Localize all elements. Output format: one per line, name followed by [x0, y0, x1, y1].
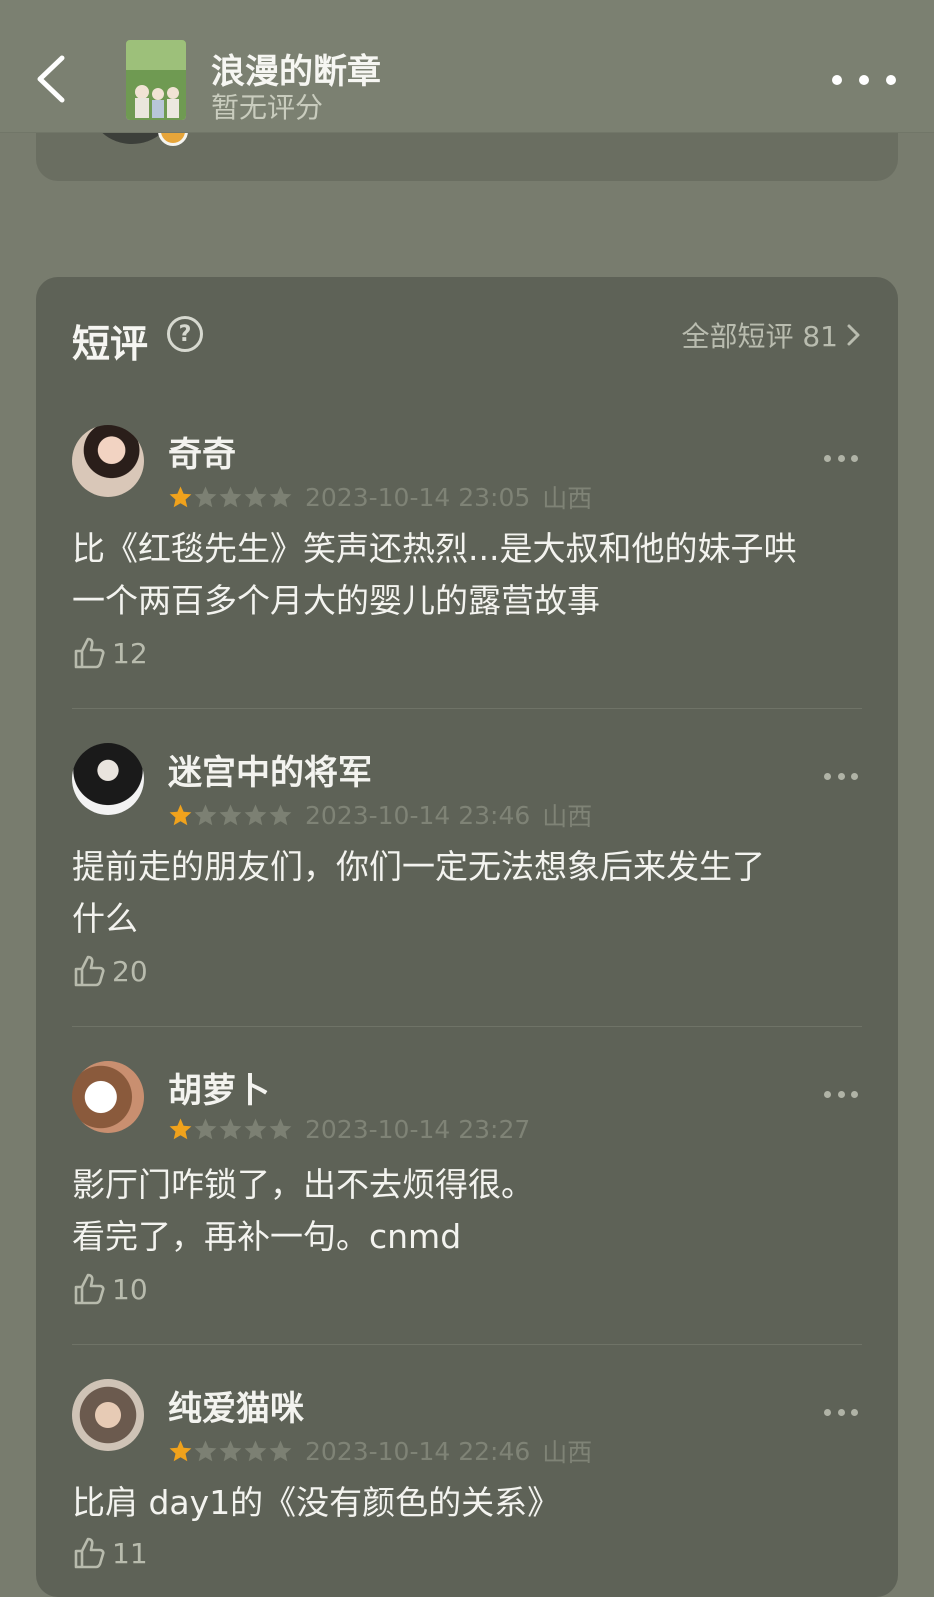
review-meta: 2023-10-14 22:46 山西	[168, 1433, 592, 1469]
star-icon	[169, 1440, 192, 1461]
poster-image	[126, 40, 186, 120]
like-count: 11	[112, 1536, 148, 1570]
star-icon	[219, 1440, 242, 1461]
section-title: 短评	[72, 322, 149, 366]
all-reviews-label: 全部短评 81	[681, 320, 838, 353]
avatar[interactable]	[72, 743, 144, 815]
chevron-right-icon	[847, 324, 860, 346]
review-date: 2023-10-14 23:46	[305, 800, 531, 830]
star-icon	[269, 804, 292, 825]
star-icon	[244, 1440, 267, 1461]
star-rating	[168, 1117, 293, 1142]
star-icon	[269, 1118, 292, 1140]
star-icon	[244, 486, 267, 507]
like-count: 20	[112, 954, 148, 988]
top-nav-bar: 浪漫的断章 暂无评分	[0, 0, 934, 133]
review-meta: 2023-10-14 23:05 山西	[168, 479, 592, 515]
star-icon	[169, 804, 192, 825]
review-date: 2023-10-14 22:46	[305, 1436, 531, 1466]
thumbs-up-icon	[74, 1537, 105, 1569]
star-icon	[219, 804, 242, 825]
star-rating	[168, 803, 293, 828]
star-icon	[269, 1440, 292, 1461]
like-button[interactable]: 11	[72, 1535, 148, 1571]
thumbs-up-icon	[74, 1273, 105, 1305]
avatar[interactable]	[72, 1061, 144, 1133]
review-date: 2023-10-14 23:05	[305, 482, 531, 512]
avatar[interactable]	[72, 1379, 144, 1451]
more-options-button[interactable]	[832, 60, 896, 100]
like-button[interactable]: 12	[72, 635, 148, 671]
review-text: 提前走的朋友们，你们一定无法想象后来发生了 什么	[72, 847, 765, 938]
review-username[interactable]: 迷宫中的将军	[168, 745, 372, 794]
review-text: 比肩 day1的《没有颜色的关系》	[72, 1483, 561, 1522]
star-icon	[244, 1118, 267, 1140]
review-more-button[interactable]	[824, 1087, 858, 1101]
star-icon	[194, 1118, 217, 1140]
more-dots-icon	[832, 75, 842, 85]
rating-status: 暂无评分	[211, 91, 324, 124]
thumbs-up-icon	[74, 955, 105, 987]
short-reviews-panel: 短评 ? 全部短评 81 奇奇 2023-10-14 23:05 山西 比《红毯…	[36, 277, 898, 1597]
review-more-button[interactable]	[824, 1405, 858, 1419]
star-icon	[194, 1440, 217, 1461]
review-more-button[interactable]	[824, 769, 858, 783]
back-arrow-icon	[37, 55, 65, 103]
star-icon	[194, 486, 217, 507]
star-icon	[269, 486, 292, 507]
more-dots-icon	[886, 75, 896, 85]
divider	[72, 1026, 862, 1027]
review-text: 比《红毯先生》笑声还热烈...是大叔和他的妹子哄 一个两百多个月大的婴儿的露营故…	[72, 529, 797, 620]
star-icon	[169, 486, 192, 507]
review-username[interactable]: 纯爱猫咪	[168, 1381, 304, 1430]
like-button[interactable]: 10	[72, 1271, 148, 1307]
review-meta: 2023-10-14 23:27	[168, 1115, 542, 1144]
review-username[interactable]: 奇奇	[168, 427, 236, 476]
review-text: 影厅门咋锁了，出不去烦得很。 看完了，再补一句。cnmd	[72, 1165, 534, 1256]
review-username[interactable]: 胡萝卜	[168, 1063, 270, 1112]
star-rating	[168, 485, 293, 510]
help-icon[interactable]: ?	[167, 316, 203, 352]
review-location: 山西	[542, 802, 593, 831]
like-count: 12	[112, 636, 148, 670]
star-icon	[169, 1118, 192, 1140]
divider	[72, 1344, 862, 1345]
star-icon	[219, 486, 242, 507]
divider	[72, 708, 862, 709]
star-icon	[244, 804, 267, 825]
avatar[interactable]	[72, 425, 144, 497]
movie-poster-thumbnail[interactable]	[126, 40, 186, 120]
like-button[interactable]: 20	[72, 953, 148, 989]
review-more-button[interactable]	[824, 451, 858, 465]
review-date: 2023-10-14 23:27	[305, 1115, 531, 1144]
star-icon	[219, 1118, 242, 1140]
review-meta: 2023-10-14 23:46 山西	[168, 797, 592, 833]
review-location: 山西	[542, 484, 593, 513]
back-button[interactable]	[28, 46, 78, 112]
more-dots-icon	[859, 75, 869, 85]
star-icon	[194, 804, 217, 825]
thumbs-up-icon	[74, 637, 105, 669]
review-location: 山西	[542, 1438, 593, 1467]
all-reviews-link[interactable]: 全部短评 81	[681, 315, 862, 355]
star-rating	[168, 1439, 293, 1464]
like-count: 10	[112, 1272, 148, 1306]
